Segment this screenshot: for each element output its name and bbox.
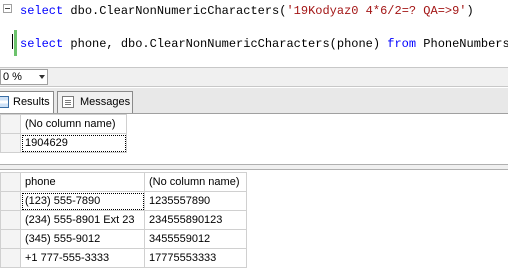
keyword-from: from	[387, 37, 417, 51]
tab-results-label: Results	[13, 96, 50, 108]
tab-messages[interactable]: Messages	[57, 91, 133, 113]
result-grid-1[interactable]: (No column name) 1904629	[0, 114, 127, 153]
query-line-2: select phone, dbo.ClearNonNumericCharact…	[20, 37, 508, 51]
table-cell[interactable]: +1 777-555-3333	[20, 248, 145, 268]
table-cell[interactable]: 234555890123	[144, 210, 247, 230]
table-cell[interactable]: (345) 555-9012	[20, 229, 145, 249]
results-pane: (No column name) 1904629 phone (No colum…	[0, 114, 508, 269]
table-row[interactable]: (234) 555-8901 Ext 23 234555890123	[0, 210, 247, 230]
query-line-1: select dbo.ClearNonNumericCharacters('19…	[20, 4, 474, 18]
text-cursor	[12, 34, 13, 49]
collapse-icon[interactable]	[3, 4, 12, 13]
keyword-select: select	[20, 37, 64, 51]
zoom-dropdown[interactable]: 0 %	[0, 69, 48, 85]
code-text: )	[466, 4, 474, 18]
chevron-down-icon[interactable]	[39, 75, 45, 79]
code-text: phone, dbo.ClearNonNumericCharacters(pho…	[63, 37, 388, 51]
table-cell[interactable]: 17775553333	[144, 248, 247, 268]
table-cell[interactable]: 1235557890	[144, 191, 247, 211]
query-editor[interactable]: select dbo.ClearNonNumericCharacters('19…	[0, 0, 508, 67]
table-row[interactable]: (345) 555-9012 3455559012	[0, 229, 247, 249]
string-literal: '19Kodyaz0 4*6/2=? QA=>9'	[286, 4, 467, 18]
results-tabs: Results Messages	[0, 88, 508, 114]
row-header[interactable]	[0, 133, 21, 153]
column-header[interactable]: (No column name)	[20, 114, 127, 134]
code-text: dbo.ClearNonNumericCharacters(	[63, 4, 287, 18]
table-cell[interactable]: (123) 555-7890	[20, 191, 145, 211]
code-text: PhoneNumbers	[416, 37, 508, 51]
table-row[interactable]: (123) 555-7890 1235557890	[0, 191, 247, 211]
row-header[interactable]	[0, 210, 21, 230]
zoom-value: 0 %	[3, 71, 22, 83]
row-header[interactable]	[0, 191, 21, 211]
table-cell[interactable]: 1904629	[20, 133, 127, 153]
column-header[interactable]: phone	[20, 172, 145, 192]
row-header[interactable]	[0, 229, 21, 249]
header-row: (No column name)	[0, 114, 127, 134]
table-row[interactable]: +1 777-555-3333 17775553333	[0, 248, 247, 268]
table-cell[interactable]: 3455559012	[144, 229, 247, 249]
change-indicator	[14, 30, 17, 56]
messages-icon	[62, 96, 74, 108]
keyword-select: select	[20, 4, 64, 18]
result-grid-2[interactable]: phone (No column name) (123) 555-7890 12…	[0, 172, 247, 268]
row-header[interactable]	[0, 248, 21, 268]
row-header-corner[interactable]	[0, 172, 21, 192]
header-row: phone (No column name)	[0, 172, 247, 192]
grid-splitter[interactable]	[0, 164, 508, 170]
zoom-bar: 0 %	[0, 67, 508, 87]
table-cell[interactable]: (234) 555-8901 Ext 23	[20, 210, 145, 230]
table-row[interactable]: 1904629	[0, 133, 127, 153]
tab-results[interactable]: Results	[0, 91, 54, 113]
grid-icon	[0, 96, 9, 108]
tab-messages-label: Messages	[80, 96, 131, 108]
row-header-corner[interactable]	[0, 114, 21, 134]
column-header[interactable]: (No column name)	[144, 172, 247, 192]
